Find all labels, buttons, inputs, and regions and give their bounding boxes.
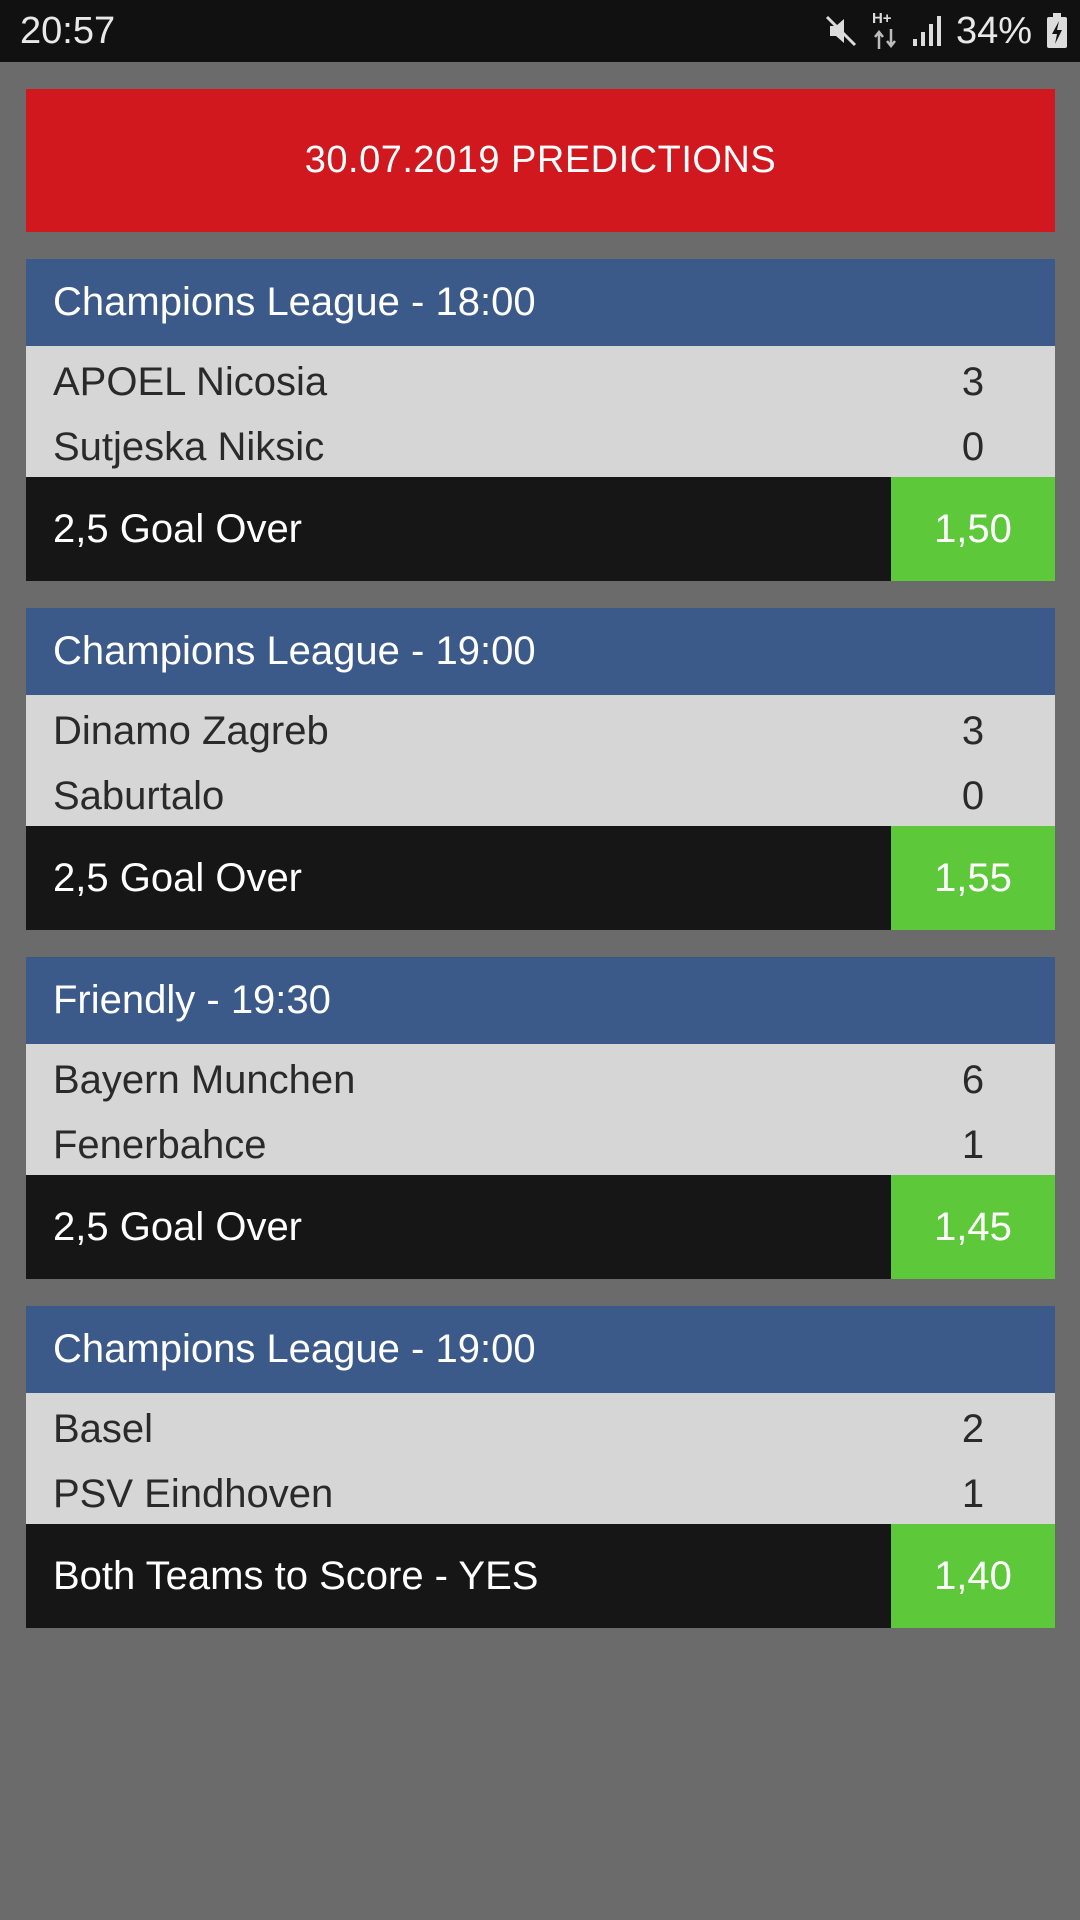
away-team-row: Sutjeska Niksic 0: [26, 415, 1055, 480]
away-team-score: 1: [961, 1123, 985, 1167]
away-team-row: Saburtalo 0: [26, 764, 1055, 829]
match-header: Champions League - 18:00: [26, 259, 1055, 346]
status-bar: 20:57 H+ 34%: [0, 0, 1080, 62]
prediction-label: 2,5 Goal Over: [53, 1204, 303, 1249]
network-type-label: H+: [871, 10, 892, 27]
away-team-row: Fenerbahce 1: [26, 1113, 1055, 1178]
home-team-score: 6: [961, 1058, 985, 1102]
home-team-row: Basel 2: [26, 1397, 1055, 1462]
match-teams: Bayern Munchen 6 Fenerbahce 1: [26, 1044, 1055, 1175]
home-team-name: Basel: [53, 1407, 154, 1451]
prediction-odds: 1,50: [891, 477, 1055, 581]
match-card[interactable]: Champions League - 19:00 Basel 2 PSV Ein…: [26, 1306, 1055, 1628]
home-team-name: Bayern Munchen: [53, 1058, 356, 1102]
home-team-row: APOEL Nicosia 3: [26, 350, 1055, 415]
prediction-row: 2,5 Goal Over 1,45: [26, 1175, 1055, 1279]
away-team-score: 0: [961, 425, 985, 469]
away-team-row: PSV Eindhoven 1: [26, 1462, 1055, 1527]
home-team-row: Dinamo Zagreb 3: [26, 699, 1055, 764]
prediction-row: 2,5 Goal Over 1,55: [26, 826, 1055, 930]
away-team-name: Sutjeska Niksic: [53, 425, 325, 469]
match-header: Champions League - 19:00: [26, 608, 1055, 695]
network-arrows-icon: H+: [872, 11, 898, 51]
banner-title: 30.07.2019 PREDICTIONS: [304, 139, 777, 181]
signal-icon: [912, 15, 942, 47]
match-card[interactable]: Champions League - 19:00 Dinamo Zagreb 3…: [26, 608, 1055, 930]
match-league-time: Champions League - 19:00: [53, 1327, 536, 1371]
prediction-label: Both Teams to Score - YES: [53, 1553, 539, 1598]
status-time: 20:57: [20, 10, 116, 52]
prediction-label: 2,5 Goal Over: [53, 506, 303, 551]
away-team-name: Saburtalo: [53, 774, 225, 818]
prediction-odds: 1,40: [891, 1524, 1055, 1628]
home-team-score: 2: [961, 1407, 985, 1451]
home-team-row: Bayern Munchen 6: [26, 1048, 1055, 1113]
prediction-odds: 1,55: [891, 826, 1055, 930]
battery-percent: 34%: [955, 10, 1032, 52]
status-icons: H+ 34%: [824, 8, 1068, 54]
battery-charging-icon: [1046, 13, 1068, 49]
away-team-score: 1: [961, 1472, 985, 1516]
match-header: Friendly - 19:30: [26, 957, 1055, 1044]
match-league-time: Champions League - 19:00: [53, 629, 536, 673]
away-team-name: Fenerbahce: [53, 1123, 267, 1167]
match-card[interactable]: Champions League - 18:00 APOEL Nicosia 3…: [26, 259, 1055, 581]
predictions-banner: 30.07.2019 PREDICTIONS: [26, 89, 1055, 232]
match-teams: APOEL Nicosia 3 Sutjeska Niksic 0: [26, 346, 1055, 477]
home-team-name: Dinamo Zagreb: [53, 709, 329, 753]
away-team-name: PSV Eindhoven: [53, 1472, 334, 1516]
prediction-label: 2,5 Goal Over: [53, 855, 303, 900]
mute-icon: [824, 14, 858, 48]
match-header: Champions League - 19:00: [26, 1306, 1055, 1393]
match-league-time: Friendly - 19:30: [53, 978, 331, 1022]
match-league-time: Champions League - 18:00: [53, 280, 536, 324]
home-team-score: 3: [961, 709, 985, 753]
away-team-score: 0: [961, 774, 985, 818]
prediction-odds: 1,45: [891, 1175, 1055, 1279]
prediction-row: Both Teams to Score - YES 1,40: [26, 1524, 1055, 1628]
home-team-score: 3: [961, 360, 985, 404]
home-team-name: APOEL Nicosia: [53, 360, 328, 404]
match-card[interactable]: Friendly - 19:30 Bayern Munchen 6 Fenerb…: [26, 957, 1055, 1279]
prediction-row: 2,5 Goal Over 1,50: [26, 477, 1055, 581]
match-teams: Dinamo Zagreb 3 Saburtalo 0: [26, 695, 1055, 826]
match-teams: Basel 2 PSV Eindhoven 1: [26, 1393, 1055, 1524]
